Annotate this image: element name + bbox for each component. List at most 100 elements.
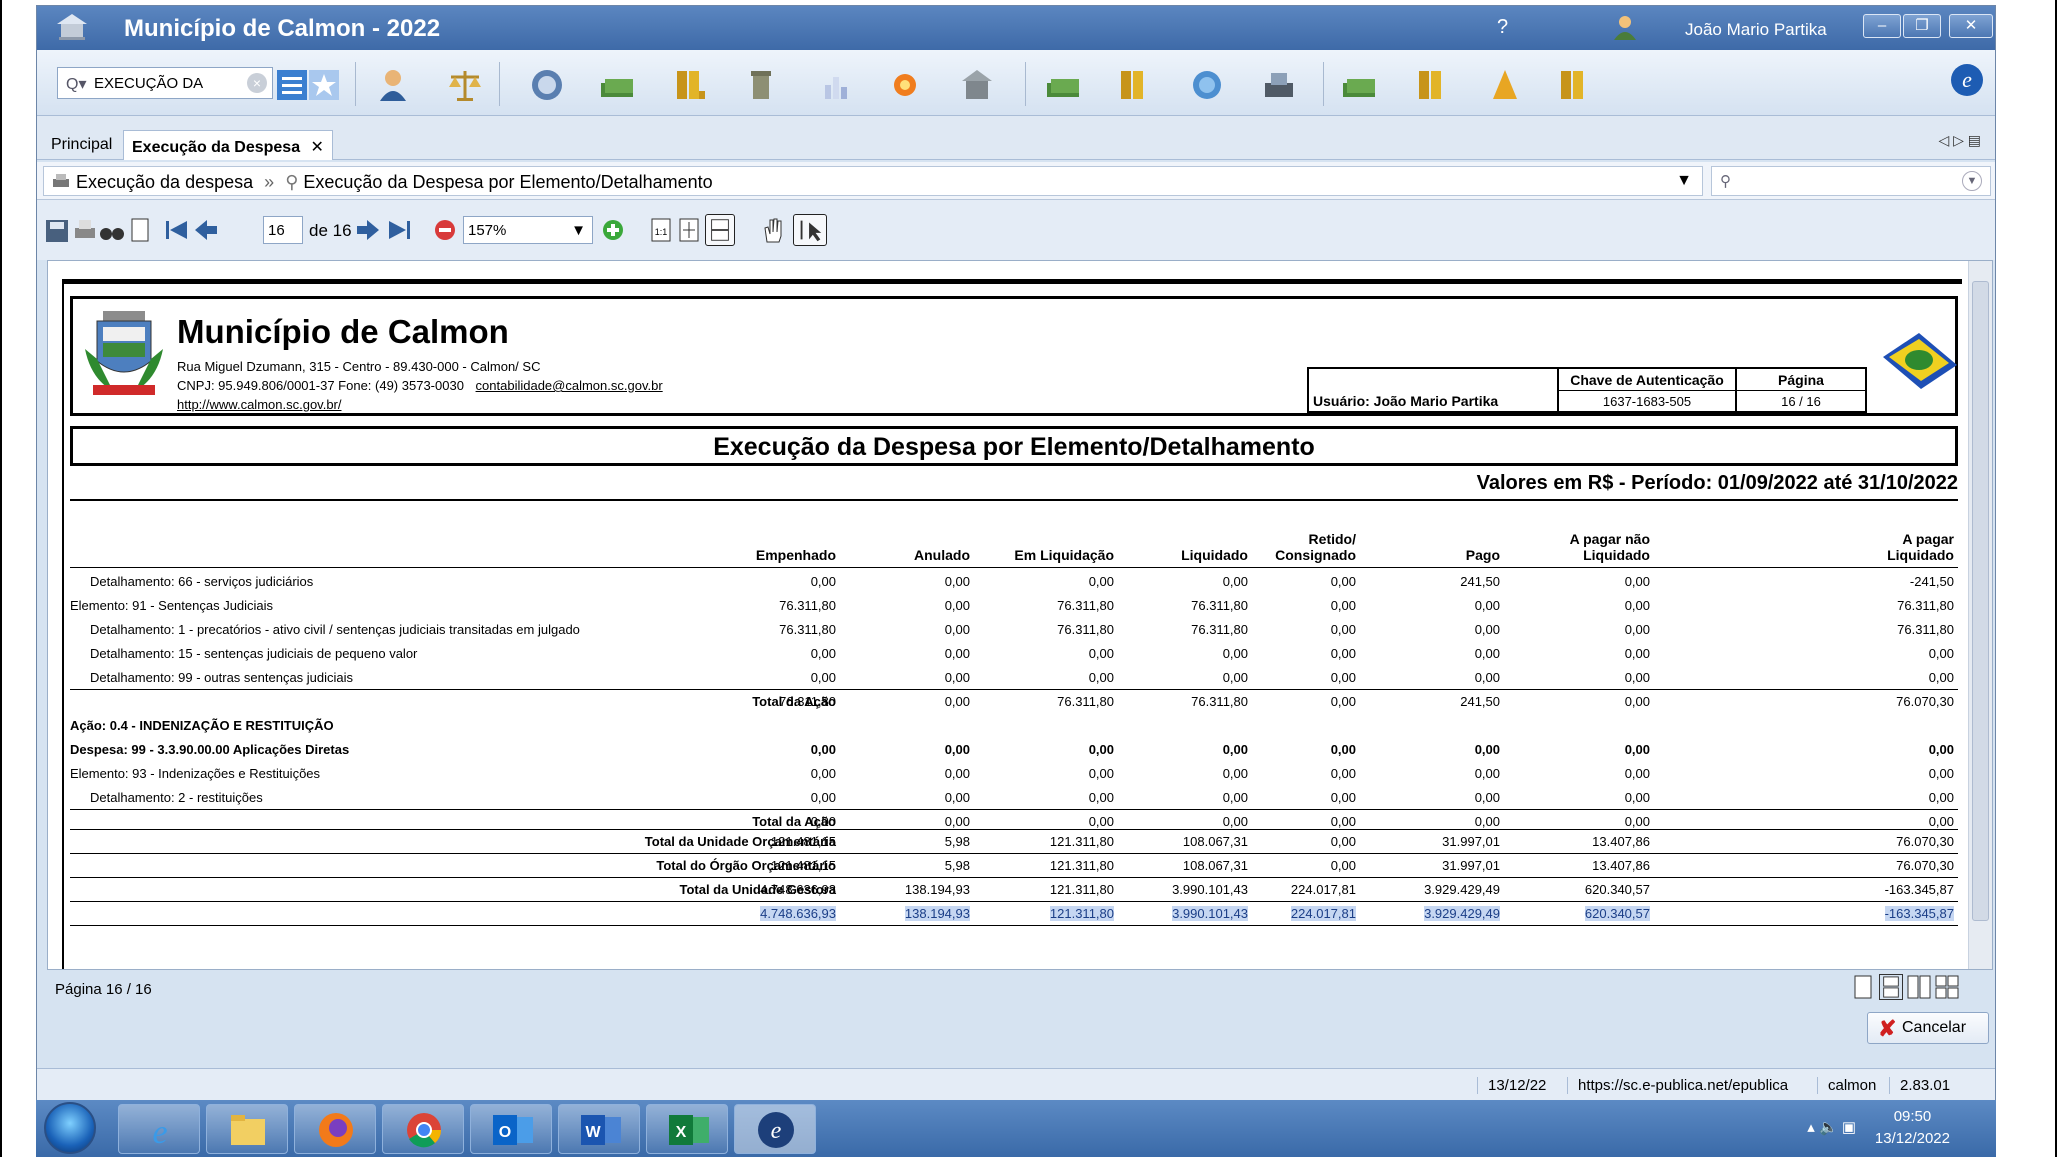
hand-tool-icon[interactable] — [759, 214, 787, 246]
organization-email[interactable]: contabilidade@calmon.sc.gov.br — [476, 378, 663, 393]
book-icon[interactable] — [1557, 67, 1593, 103]
chart-icon[interactable] — [819, 67, 855, 103]
outlook-icon[interactable]: O — [470, 1104, 552, 1154]
book-icon[interactable] — [673, 67, 709, 103]
tab-execucao-despesa[interactable]: Execução da Despesa ✕ — [123, 130, 333, 160]
first-page-icon[interactable] — [163, 214, 189, 246]
table-total-row: Total da Unidade Gestora 4.748.636,93 138.… — [70, 878, 1958, 902]
tower-icon[interactable] — [743, 67, 779, 103]
scales-icon[interactable] — [447, 67, 483, 103]
excel-icon[interactable]: X — [646, 1104, 728, 1154]
quick-search-input[interactable]: ⚲ ▼ — [1711, 166, 1991, 196]
maximize-button[interactable]: ❐ — [1903, 14, 1941, 38]
chevron-down-icon[interactable]: ▼ — [1676, 172, 1692, 190]
chevron-down-icon[interactable]: ▼ — [1962, 171, 1982, 191]
zoom-in-icon[interactable] — [601, 214, 625, 246]
zoom-out-icon[interactable] — [433, 214, 457, 246]
file-explorer-icon[interactable] — [206, 1104, 288, 1154]
row-value: 0,00 — [1330, 858, 1356, 873]
user-icon[interactable] — [375, 67, 411, 103]
row-value: 620.340,57 — [1510, 906, 1650, 921]
selected-value: 138.194,93 — [904, 906, 970, 921]
previous-page-icon[interactable] — [193, 214, 219, 246]
breadcrumb[interactable]: Execução da despesa » ⚲ Execução da Desp… — [43, 166, 1703, 196]
single-page-view-icon[interactable] — [1851, 974, 1875, 1000]
building-icon[interactable] — [959, 67, 995, 103]
table-row: Despesa: 99 - 3.3.90.00.00 Aplicações Di… — [70, 738, 1958, 762]
next-page-icon[interactable] — [355, 214, 381, 246]
close-tab-icon[interactable]: ✕ — [311, 139, 324, 156]
start-button[interactable] — [44, 1102, 96, 1154]
status-entity: calmon — [1817, 1077, 1876, 1094]
row-value: 0,00 — [1330, 646, 1356, 661]
search-input[interactable]: Q▾ EXECUÇÃO DA × — [57, 67, 273, 99]
globe-icon[interactable] — [1189, 67, 1225, 103]
fit-page-icon[interactable] — [677, 214, 701, 246]
clock[interactable]: 09:50 13/12/2022 — [1875, 1106, 1950, 1150]
help-button[interactable]: ? — [1497, 16, 1508, 39]
epublica-icon[interactable]: e — [734, 1104, 816, 1154]
row-value: 0,00 — [810, 766, 836, 781]
last-page-icon[interactable] — [387, 214, 413, 246]
system-tray-icons[interactable]: ▴ 🔈 ▣ — [1807, 1118, 1856, 1136]
money-icon[interactable] — [1341, 67, 1377, 103]
document-icon[interactable] — [129, 214, 151, 246]
shield-icon[interactable] — [529, 67, 565, 103]
row-value: 0,00 — [1088, 646, 1114, 661]
cancel-button[interactable]: ✘ Cancelar — [1867, 1012, 1989, 1044]
money-icon[interactable] — [1045, 67, 1081, 103]
continuous-view-icon[interactable] — [1879, 974, 1903, 1000]
binoculars-icon[interactable] — [99, 214, 125, 246]
page-status: Página 16 / 16 — [55, 981, 152, 998]
chevron-down-icon[interactable]: ▼ — [571, 222, 586, 239]
actual-size-icon[interactable]: 1:1 — [649, 214, 673, 246]
zoom-select[interactable]: 157% ▼ — [463, 216, 593, 244]
printer-icon[interactable] — [1261, 67, 1297, 103]
row-value: 0,00 — [810, 790, 836, 805]
page-number-input[interactable]: 16 — [263, 216, 303, 244]
clear-search-icon[interactable]: × — [247, 73, 267, 93]
fit-width-icon[interactable] — [705, 214, 735, 246]
row-value: 76.311,80 — [779, 598, 836, 613]
row-value: 0,00 — [1474, 814, 1500, 829]
book-icon[interactable] — [1117, 67, 1153, 103]
organization-name: Município de Calmon — [177, 313, 509, 350]
row-value: 0,00 — [944, 814, 970, 829]
row-value: 0,00 — [1474, 598, 1500, 613]
table-row: Detalhamento: 99 - outras sentenças judi… — [70, 666, 1958, 690]
auth-key-cell: Chave de Autenticação 1637-1683-505 — [1559, 367, 1737, 413]
save-icon[interactable] — [45, 214, 69, 246]
close-button[interactable]: ✕ — [1949, 14, 1993, 38]
figure-icon[interactable] — [1487, 67, 1523, 103]
row-value: 0,00 — [1928, 670, 1954, 685]
money-icon[interactable] — [599, 67, 635, 103]
row-value: 0,00 — [1474, 790, 1500, 805]
chrome-icon[interactable] — [382, 1104, 464, 1154]
row-label: Elemento: 93 - Indenizações e Restituiçõ… — [70, 766, 321, 781]
tab-nav-icon[interactable]: ◁ ▷ ▤ — [1938, 132, 1981, 149]
minimize-button[interactable]: – — [1863, 14, 1901, 38]
select-tool-icon[interactable] — [793, 214, 827, 246]
gear-icon[interactable] — [887, 67, 923, 103]
favorites-icon[interactable] — [309, 70, 339, 100]
table-total-row: Total Geral4.748.636,93138.194,93121.311… — [70, 902, 1958, 926]
tab-principal[interactable]: Principal — [43, 130, 120, 160]
word-icon[interactable]: W — [558, 1104, 640, 1154]
row-value: 76.311,80 — [779, 622, 836, 637]
vertical-scrollbar[interactable] — [1968, 261, 1992, 969]
print-icon[interactable] — [73, 214, 97, 246]
book-icon[interactable] — [1415, 67, 1451, 103]
scrollbar-thumb[interactable] — [1972, 281, 1989, 921]
table-total-row: Total da Ação 76.311,80 0,00 76.311,80 76.31… — [70, 690, 1958, 714]
user-icon[interactable] — [1612, 14, 1638, 40]
toolbar-separator — [1323, 62, 1324, 106]
page-value: 16 / 16 — [1737, 390, 1865, 409]
organization-site[interactable]: http://www.calmon.sc.gov.br/ — [177, 397, 342, 412]
grid-view-icon[interactable] — [1935, 974, 1959, 1000]
list-icon[interactable] — [277, 70, 307, 100]
row-value: 0,00 — [1330, 834, 1356, 849]
facing-view-icon[interactable] — [1907, 974, 1931, 1000]
breadcrumb-root[interactable]: Execução da despesa — [76, 172, 253, 192]
ie-icon[interactable]: e — [118, 1104, 200, 1154]
firefox-icon[interactable] — [294, 1104, 376, 1154]
